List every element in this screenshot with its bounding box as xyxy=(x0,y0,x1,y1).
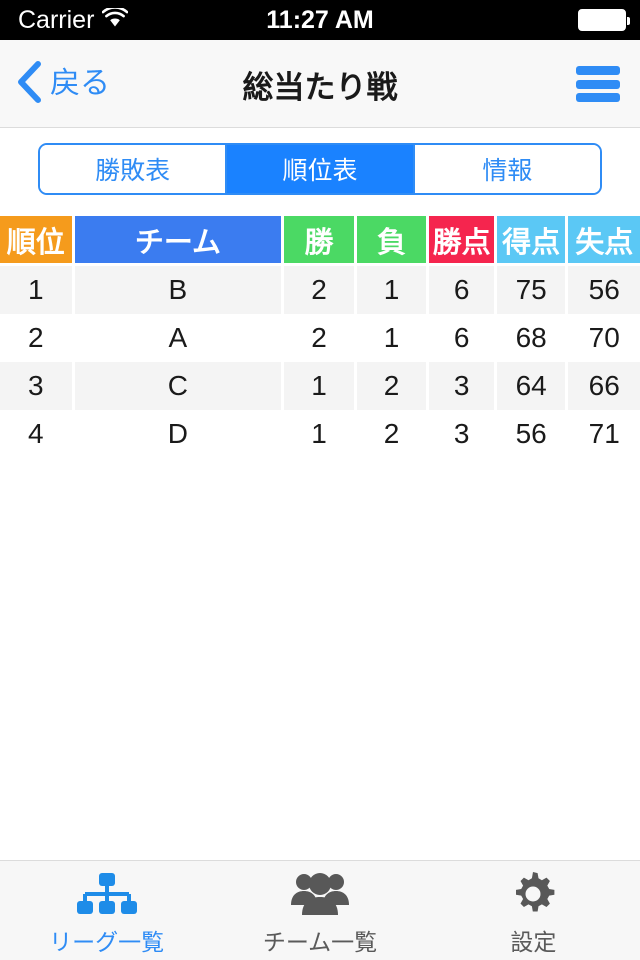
gear-icon xyxy=(510,871,556,917)
table-row[interactable]: 3 C 1 2 3 64 66 xyxy=(0,362,640,410)
page-title: 総当たり戦 xyxy=(242,69,398,105)
table-row[interactable]: 2 A 2 1 6 68 70 xyxy=(0,314,640,362)
cell-goals-for: 56 xyxy=(496,410,566,458)
segment-label: 勝敗表 xyxy=(95,157,171,185)
tab-bar-item-league-list[interactable]: リーグ一覧 xyxy=(0,861,213,960)
status-bar: Carrier 11:27 AM xyxy=(0,0,640,40)
segment-label: 情報 xyxy=(482,157,533,185)
standings-table: 順位 チーム 勝 負 勝点 得点 失点 1 B 2 1 6 75 56 2 A … xyxy=(0,216,640,458)
hamburger-menu-icon[interactable] xyxy=(576,66,620,102)
tab-bar-item-settings[interactable]: 設定 xyxy=(427,861,640,960)
tab-bar-item-team-list[interactable]: チーム一覧 xyxy=(213,861,426,960)
cell-goals-against: 66 xyxy=(568,362,640,410)
column-header-goals-for: 得点 xyxy=(496,216,566,263)
cell-goals-for: 64 xyxy=(496,362,566,410)
cell-wins: 1 xyxy=(284,362,354,410)
cell-losses: 1 xyxy=(356,314,427,362)
table-row[interactable]: 1 B 2 1 6 75 56 xyxy=(0,266,640,314)
tab-bar: リーグ一覧 チーム一覧 設定 xyxy=(0,860,640,960)
segmented-control[interactable]: 勝敗表 順位表 情報 xyxy=(38,143,602,195)
cell-points: 6 xyxy=(429,314,494,362)
table-row[interactable]: 4 D 1 2 3 56 71 xyxy=(0,410,640,458)
status-bar-clock: 11:27 AM xyxy=(266,5,374,34)
battery-full-icon xyxy=(578,9,630,31)
column-header-wins: 勝 xyxy=(284,216,354,263)
column-header-losses: 負 xyxy=(356,216,427,263)
hamburger-bar xyxy=(576,93,620,102)
segment-label: 順位表 xyxy=(282,157,358,185)
cell-team: C xyxy=(74,362,282,410)
navigation-bar: 戻る 総当たり戦 xyxy=(0,40,640,128)
tab-standings-table[interactable]: 順位表 xyxy=(227,145,415,193)
cell-goals-for: 68 xyxy=(496,314,566,362)
cell-points: 6 xyxy=(429,266,494,314)
cell-goals-against: 56 xyxy=(568,266,640,314)
table-header-row: 順位 チーム 勝 負 勝点 得点 失点 xyxy=(0,216,640,263)
cell-rank: 3 xyxy=(0,362,72,410)
column-header-rank: 順位 xyxy=(0,216,72,263)
cell-wins: 1 xyxy=(284,410,354,458)
cell-team: A xyxy=(74,314,282,362)
tab-bar-label: チーム一覧 xyxy=(262,928,378,955)
cell-rank: 2 xyxy=(0,314,72,362)
tab-bar-label: リーグ一覧 xyxy=(49,928,165,955)
cell-points: 3 xyxy=(429,410,494,458)
cell-team: D xyxy=(74,410,282,458)
cell-losses: 2 xyxy=(356,362,427,410)
status-bar-right xyxy=(578,0,630,40)
cell-points: 3 xyxy=(429,362,494,410)
cell-wins: 2 xyxy=(284,314,354,362)
column-header-goals-against: 失点 xyxy=(568,216,640,263)
tab-win-loss-table[interactable]: 勝敗表 xyxy=(40,145,228,193)
cell-goals-against: 70 xyxy=(568,314,640,362)
cell-losses: 1 xyxy=(356,266,427,314)
hamburger-bar xyxy=(576,79,620,89)
cell-goals-for: 75 xyxy=(496,266,566,314)
column-header-points: 勝点 xyxy=(429,216,494,263)
tab-bar-label: 設定 xyxy=(510,928,557,955)
people-group-icon xyxy=(289,871,351,917)
cell-goals-against: 71 xyxy=(568,410,640,458)
cell-rank: 1 xyxy=(0,266,72,314)
org-chart-icon xyxy=(76,871,138,917)
cell-rank: 4 xyxy=(0,410,72,458)
cell-team: B xyxy=(74,266,282,314)
hamburger-bar xyxy=(576,66,620,75)
tab-info[interactable]: 情報 xyxy=(414,145,600,193)
cell-losses: 2 xyxy=(356,410,427,458)
column-header-team: チーム xyxy=(74,216,282,263)
cell-wins: 2 xyxy=(284,266,354,314)
content-area: 勝敗表 順位表 情報 順位 チーム 勝 負 勝点 得点 失点 1 B 2 1 6… xyxy=(0,129,640,860)
app-screen: Carrier 11:27 AM 戻る 総当たり戦 勝敗表 順位表 情報 順位 … xyxy=(0,0,640,960)
